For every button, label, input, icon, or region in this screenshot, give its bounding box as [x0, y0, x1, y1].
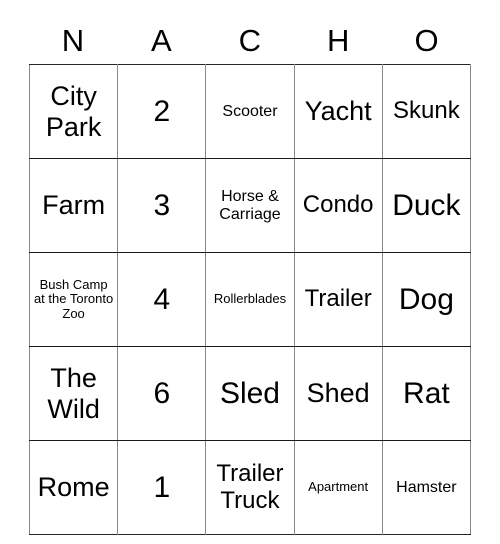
bingo-header-letter-c: C: [238, 22, 262, 58]
bingo-header-letter-n: N: [61, 22, 85, 58]
bingo-row: Farm 3 Horse & Carriage Condo Duck: [29, 158, 471, 253]
bingo-row: City Park 2 Scooter Yacht Skunk: [29, 64, 471, 159]
bingo-cell[interactable]: Rat: [381, 346, 471, 441]
bingo-cell[interactable]: Dog: [381, 252, 471, 347]
bingo-cell[interactable]: Horse & Carriage: [205, 158, 295, 253]
bingo-header-letter-o: O: [414, 22, 440, 58]
bingo-cell[interactable]: Farm: [29, 158, 119, 253]
bingo-cell[interactable]: Shed: [293, 346, 383, 441]
bingo-cell[interactable]: Apartment: [293, 440, 383, 535]
bingo-cell[interactable]: Rollerblades: [205, 252, 295, 347]
bingo-row: Rome 1 Trailer Truck Apartment Hamster: [29, 440, 471, 535]
bingo-grid: City Park 2 Scooter Yacht Skunk Farm 3 H…: [29, 64, 471, 535]
bingo-cell[interactable]: Scooter: [205, 64, 295, 159]
bingo-cell[interactable]: Trailer Truck: [205, 440, 295, 535]
bingo-cell[interactable]: Yacht: [293, 64, 383, 159]
bingo-row: The Wild 6 Sled Shed Rat: [29, 346, 471, 441]
bingo-cell[interactable]: 4: [117, 252, 207, 347]
bingo-header-letter-a: A: [151, 22, 173, 58]
bingo-header-row: N A C H O: [29, 16, 471, 64]
bingo-cell[interactable]: Trailer: [293, 252, 383, 347]
bingo-cell[interactable]: City Park: [29, 64, 119, 159]
bingo-cell[interactable]: Duck: [381, 158, 471, 253]
bingo-cell[interactable]: 6: [117, 346, 207, 441]
bingo-cell[interactable]: 2: [117, 64, 207, 159]
bingo-card: N A C H O City Park 2 Scooter Yacht Skun…: [29, 16, 471, 535]
bingo-header-letter-h: H: [326, 22, 350, 58]
bingo-cell[interactable]: Hamster: [381, 440, 471, 535]
bingo-cell[interactable]: The Wild: [29, 346, 119, 441]
bingo-cell[interactable]: 1: [117, 440, 207, 535]
bingo-cell[interactable]: Condo: [293, 158, 383, 253]
bingo-cell[interactable]: Skunk: [381, 64, 471, 159]
bingo-row: Bush Camp at the Toronto Zoo 4 Rollerbla…: [29, 252, 471, 347]
bingo-cell[interactable]: Sled: [205, 346, 295, 441]
bingo-cell[interactable]: Rome: [29, 440, 119, 535]
bingo-cell[interactable]: Bush Camp at the Toronto Zoo: [29, 252, 119, 347]
bingo-cell[interactable]: 3: [117, 158, 207, 253]
